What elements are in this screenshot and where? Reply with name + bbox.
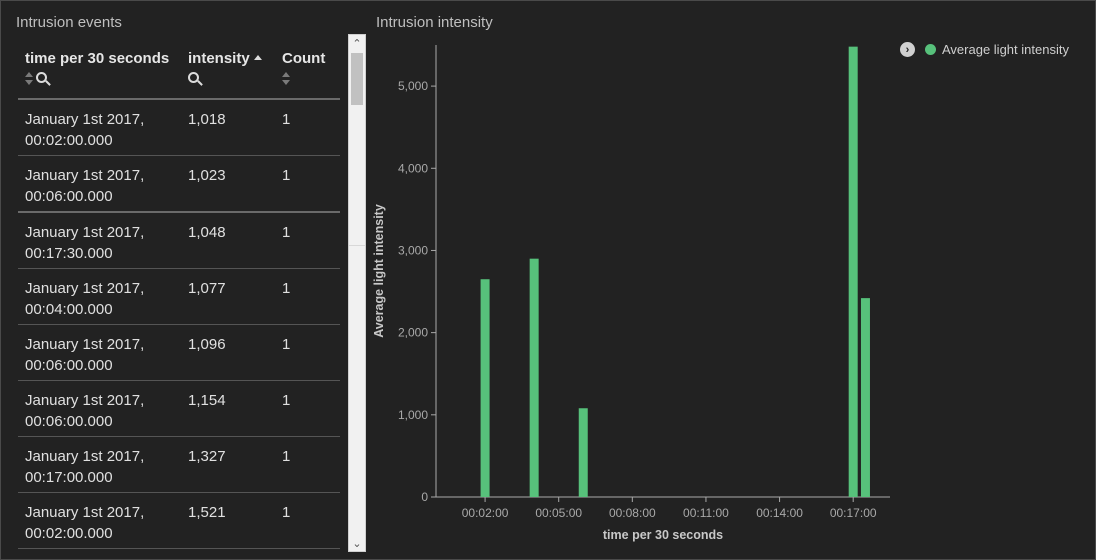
cell-intensity: 1,018 xyxy=(188,111,226,128)
table-row: January 1st 2017, 00:04:00.000 1,077 1 xyxy=(18,269,340,325)
intensity-bar-chart: 0 1,000 2,000 3,000 4,000 5,000 00:02:00 00:05:… xyxy=(372,45,890,542)
x-axis-label: time per 30 seconds xyxy=(603,528,723,542)
scroll-track-divider xyxy=(349,245,365,246)
cell-intensity: 1,077 xyxy=(188,280,226,297)
y-tick-label: 4,000 xyxy=(398,161,428,175)
cell-time: January 1st 2017, 00:17:00.000 xyxy=(25,448,145,486)
cell-intensity: 1,154 xyxy=(188,392,226,409)
col-count-header[interactable]: Count xyxy=(282,50,325,85)
cell-intensity: 1,096 xyxy=(188,336,226,353)
cell-time: January 1st 2017, 00:06:00.000 xyxy=(25,392,145,430)
cell-count: 1 xyxy=(282,111,291,128)
bar[interactable] xyxy=(529,258,539,497)
table-row: January 1st 2017, 00:17:30.000 1,048 1 xyxy=(18,213,340,269)
bar[interactable] xyxy=(860,298,870,497)
x-tick-label: 00:14:00 xyxy=(756,506,803,520)
bar[interactable] xyxy=(848,46,858,497)
table-row: January 1st 2017, 00:02:00.000 1,018 1 xyxy=(18,100,340,156)
cell-count: 1 xyxy=(282,224,291,241)
x-tick-label: 00:05:00 xyxy=(535,506,582,520)
cell-count: 1 xyxy=(282,280,291,297)
intrusion-intensity-title: Intrusion intensity xyxy=(376,14,493,31)
cell-time: January 1st 2017, 00:02:00.000 xyxy=(25,504,145,542)
scroll-thumb[interactable] xyxy=(351,53,363,105)
col-count-label: Count xyxy=(282,50,326,67)
cell-count: 1 xyxy=(282,392,291,409)
cell-time: January 1st 2017, 00:04:00.000 xyxy=(25,280,145,318)
cell-time: January 1st 2017, 00:06:00.000 xyxy=(25,336,145,374)
x-tick-label: 00:08:00 xyxy=(609,506,656,520)
y-tick-label: 5,000 xyxy=(398,79,428,93)
cell-intensity: 1,048 xyxy=(188,224,226,241)
scroll-up-arrow-icon[interactable]: ⌃ xyxy=(349,35,365,51)
table-row: January 1st 2017, 00:06:00.000 1,096 1 xyxy=(18,325,340,381)
y-tick-label: 1,000 xyxy=(398,408,428,422)
table-body: January 1st 2017, 00:02:00.000 1,018 1 Janu… xyxy=(18,100,340,549)
cell-count: 1 xyxy=(282,504,291,521)
cell-intensity: 1,521 xyxy=(188,504,226,521)
table-header: time per 30 seconds intensity Count xyxy=(18,44,340,100)
cell-count: 1 xyxy=(282,336,291,353)
x-tick-label: 00:11:00 xyxy=(683,506,729,520)
col-time-label: time per 30 seconds xyxy=(25,50,170,67)
cell-count: 1 xyxy=(282,448,291,465)
table-row: January 1st 2017, 00:02:00.000 1,521 1 xyxy=(18,493,340,549)
search-icon[interactable] xyxy=(36,71,47,83)
col-intensity-header[interactable]: intensity xyxy=(188,50,262,85)
bar[interactable] xyxy=(578,408,588,497)
y-tick-label: 0 xyxy=(421,490,428,504)
bar[interactable] xyxy=(480,279,490,497)
y-tick-label: 3,000 xyxy=(398,243,428,257)
cell-time: January 1st 2017, 00:02:00.000 xyxy=(25,111,145,149)
cell-count: 1 xyxy=(282,167,291,184)
col-intensity-label: intensity xyxy=(188,50,250,67)
scroll-down-arrow-icon[interactable]: ⌄ xyxy=(349,535,365,551)
cell-intensity: 1,023 xyxy=(188,167,226,184)
x-tick-label: 00:17:00 xyxy=(830,506,877,520)
table-row: January 1st 2017, 00:17:00.000 1,327 1 xyxy=(18,437,340,493)
table-scrollbar[interactable]: ⌃ ⌄ xyxy=(348,34,366,552)
sort-icon[interactable] xyxy=(25,71,33,85)
legend-toggle-icon[interactable]: › xyxy=(900,42,915,57)
legend-label[interactable]: Average light intensity xyxy=(942,42,1069,57)
cell-time: January 1st 2017, 00:17:30.000 xyxy=(25,224,145,262)
legend-swatch xyxy=(925,44,936,55)
col-time-header[interactable]: time per 30 seconds xyxy=(25,50,169,85)
x-tick-label: 00:02:00 xyxy=(462,506,509,520)
table-row: January 1st 2017, 00:06:00.000 1,154 1 xyxy=(18,381,340,437)
sort-ascending-icon[interactable] xyxy=(253,55,262,60)
intrusion-events-table: time per 30 seconds intensity Count Janu… xyxy=(18,44,340,550)
sort-icon[interactable] xyxy=(282,71,290,85)
intrusion-events-title: Intrusion events xyxy=(16,14,122,31)
cell-time: January 1st 2017, 00:06:00.000 xyxy=(25,167,145,205)
chart-legend: › Average light intensity xyxy=(900,42,1069,57)
search-icon[interactable] xyxy=(188,71,199,83)
y-tick-label: 2,000 xyxy=(398,326,428,340)
y-axis-label: Average light intensity xyxy=(372,204,386,338)
table-row: January 1st 2017, 00:06:00.000 1,023 1 xyxy=(18,156,340,213)
cell-intensity: 1,327 xyxy=(188,448,226,465)
